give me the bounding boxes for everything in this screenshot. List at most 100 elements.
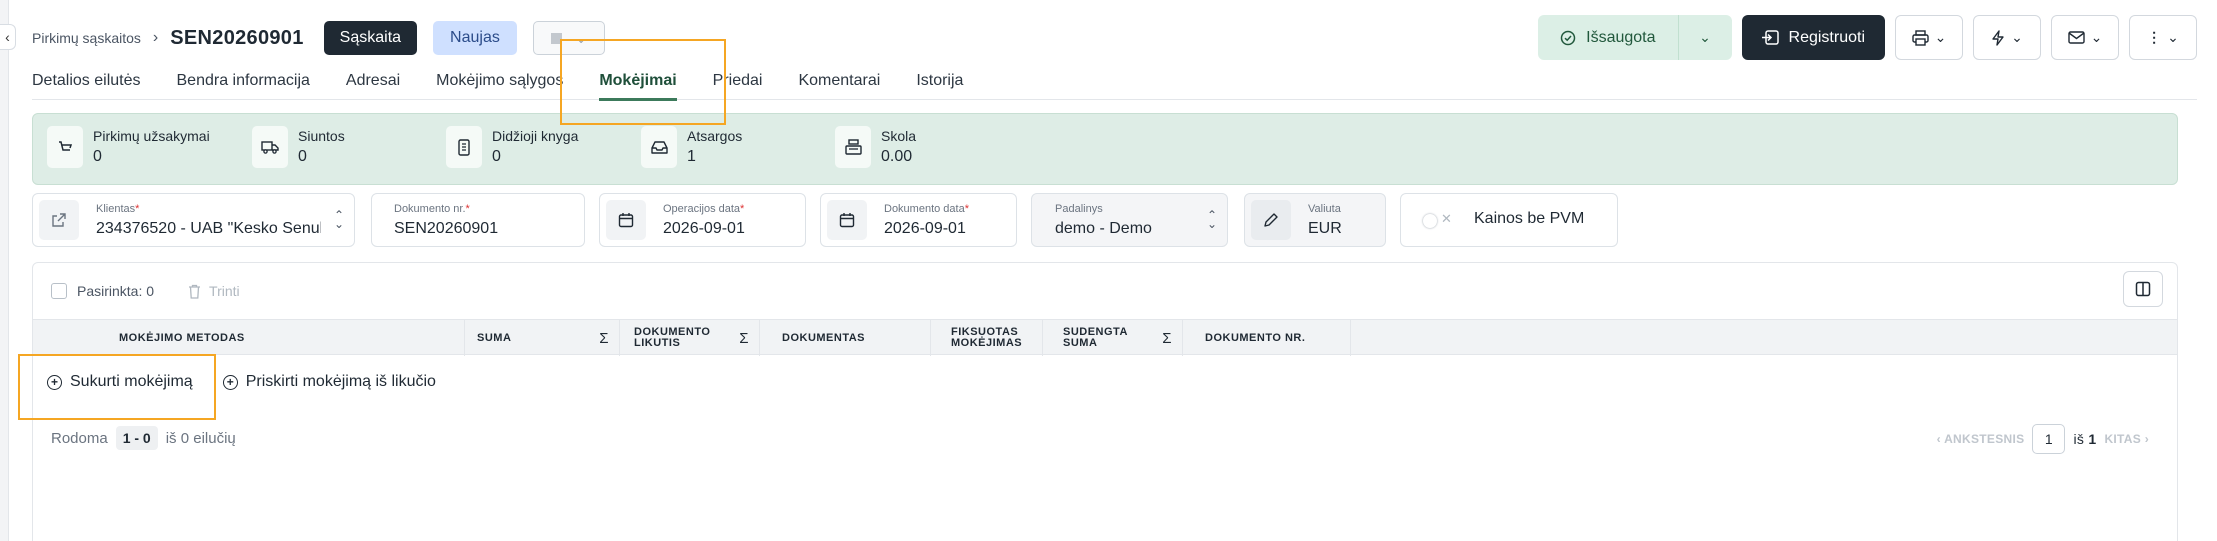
row-range: 1 - 0 [115, 426, 158, 450]
document-number-label: Dokumento nr.* [394, 203, 470, 215]
stat-general-ledger[interactable]: Didžioji knyga 0 [446, 126, 578, 168]
page-total: iš 1 [2073, 431, 2097, 447]
tab-detail-lines[interactable]: Detalios eilutės [32, 60, 141, 100]
columns-icon [2135, 281, 2151, 297]
prices-without-vat-toggle[interactable]: ✕ Kainos be PVM [1400, 193, 1618, 247]
chevron-down-icon: ⌄ [2090, 29, 2103, 45]
cart-icon [47, 126, 83, 168]
stat-value: 0 [93, 148, 102, 165]
tab-history[interactable]: Istorija [916, 60, 963, 100]
actions-button[interactable]: ⌄ [1973, 15, 2041, 60]
operation-date-label: Operacijos data* [663, 203, 745, 215]
select-arrows-icon: ⌃ ⌄ [1206, 208, 1217, 231]
column-document[interactable]: DOKUMENTAS [760, 320, 931, 356]
showing-label: Rodoma [51, 429, 108, 447]
chevron-down-icon: ⌄ [1699, 29, 1711, 45]
page-title: SEN20260901 [170, 26, 304, 49]
print-button[interactable]: ⌄ [1895, 15, 1963, 60]
plus-circle-icon: + [222, 374, 238, 390]
stat-label: Skola [881, 128, 917, 144]
table-header: MOKĖJIMO METODAS SUMA Σ DOKUMENTO LIKUTIS… [33, 319, 2177, 356]
chevron-down-icon: ⌄ [1934, 29, 1947, 45]
toggle-switch[interactable]: ✕ [1423, 211, 1455, 228]
currency-value: EUR [1308, 220, 1342, 237]
tab-payments[interactable]: Mokėjimai [599, 60, 678, 101]
breadcrumb-link[interactable]: Pirkimų sąskaitos [32, 30, 141, 46]
chevron-down-icon: ⌄ [575, 29, 588, 46]
previous-page-button[interactable]: ‹ ANKSTESNIS [1937, 432, 2025, 446]
calendar-icon[interactable] [606, 200, 646, 240]
mail-icon [2067, 31, 2085, 44]
tag-dropdown[interactable]: ⌄ [532, 21, 605, 55]
chevron-down-icon: ⌄ [2011, 29, 2023, 45]
printer-icon [1911, 29, 1929, 46]
email-button[interactable]: ⌄ [2051, 15, 2119, 60]
client-select[interactable]: Klientas* 234376520 - UAB "Kesko Senukai… [32, 193, 355, 247]
stat-label: Didžioji knyga [492, 128, 579, 144]
tab-general-info[interactable]: Bendra informacija [177, 60, 310, 100]
prices-without-vat-label: Kainos be PVM [1474, 210, 1585, 227]
column-amount[interactable]: SUMA Σ [465, 320, 620, 356]
client-value: 234376520 - UAB "Kesko Senukai [96, 220, 321, 237]
collapse-sidebar-button[interactable]: ‹ [0, 24, 16, 50]
register-button[interactable]: Registruoti [1741, 15, 1885, 60]
stat-shipments[interactable]: Siuntos 0 [252, 126, 345, 168]
client-label: Klientas* [96, 203, 140, 215]
columns-toggle-button[interactable] [2123, 271, 2163, 307]
column-document-number[interactable]: DOKUMENTO NR. [1183, 320, 1351, 356]
plus-circle-icon: + [47, 374, 62, 390]
next-page-button[interactable]: KITAS › [2104, 432, 2149, 446]
create-payment-label: Sukurti mokėjimą [70, 373, 193, 390]
truck-icon [252, 126, 288, 168]
column-payment-method[interactable]: MOKĖJIMO METODAS [33, 320, 465, 356]
check-circle-icon [1560, 30, 1576, 45]
external-link-icon[interactable] [39, 200, 79, 240]
unit-label: Padalinys [1055, 203, 1103, 215]
delete-button[interactable]: Trinti [188, 283, 240, 299]
select-all-checkbox[interactable] [51, 283, 67, 299]
pencil-icon[interactable] [1251, 200, 1291, 240]
inbox-icon [641, 126, 677, 168]
document-number-value: SEN20260901 [394, 220, 499, 237]
ledger-icon [446, 126, 482, 168]
more-button[interactable]: ⋮ ⌄ [2129, 15, 2197, 60]
saved-button[interactable]: Išsaugota [1538, 15, 1677, 60]
stat-debt[interactable]: Skola 0.00 [835, 126, 916, 168]
unit-select[interactable]: Padalinys demo - Demo ⌃ ⌄ [1031, 193, 1228, 247]
currency-field[interactable]: Valiuta EUR [1244, 193, 1386, 247]
sum-icon[interactable]: Σ [599, 331, 609, 346]
status-badge: Naujas [433, 21, 517, 55]
create-payment-button[interactable]: + Sukurti mokėjimą [47, 373, 193, 391]
tab-attachments[interactable]: Priedai [713, 60, 763, 100]
sum-icon[interactable]: Σ [1162, 331, 1172, 346]
payment-actions: + Sukurti mokėjimą + Priskirti mokėjimą … [47, 373, 436, 391]
stat-value: 1 [687, 148, 696, 165]
page-input[interactable]: 1 [2032, 424, 2066, 454]
calendar-icon[interactable] [827, 200, 867, 240]
document-date-field[interactable]: Dokumento data* 2026-09-01 [820, 193, 1017, 247]
unit-value: demo - Demo [1055, 220, 1152, 237]
column-settled-amount[interactable]: SUDENGTA SUMA Σ [1043, 320, 1183, 356]
column-fixed-payment[interactable]: FIKSUOTAS MOKĖJIMAS [931, 320, 1043, 356]
saved-dropdown-button[interactable]: ⌄ [1677, 15, 1732, 60]
tab-addresses[interactable]: Adresai [346, 60, 400, 100]
tab-comments[interactable]: Komentarai [798, 60, 880, 100]
document-number-field[interactable]: Dokumento nr.* SEN20260901 [371, 193, 585, 247]
stat-label: Pirkimų užsakymai [93, 128, 210, 144]
column-document-balance[interactable]: DOKUMENTO LIKUTIS Σ [620, 320, 760, 356]
tab-payment-terms[interactable]: Mokėjimo sąlygos [436, 60, 563, 100]
stat-value: 0.00 [881, 148, 913, 165]
stat-label: Siuntos [298, 128, 345, 144]
stat-value: 0 [492, 148, 501, 165]
sign-in-icon [1761, 30, 1779, 45]
stats-panel: Pirkimų užsakymai 0 Siuntos 0 Didžioji kny… [32, 113, 2178, 185]
trash-icon [189, 284, 201, 299]
stat-label: Atsargos [687, 128, 743, 144]
document-date-label: Dokumento data* [884, 203, 969, 215]
operation-date-field[interactable]: Operacijos data* 2026-09-01 [599, 193, 806, 247]
stat-purchase-orders[interactable]: Pirkimų užsakymai 0 [47, 126, 210, 168]
stat-inventory[interactable]: Atsargos 1 [641, 126, 742, 168]
assign-payment-button[interactable]: + Priskirti mokėjimą iš likučio [222, 373, 436, 391]
sum-icon[interactable]: Σ [739, 331, 749, 346]
pagination: ‹ ANKSTESNIS 1 iš 1 KITAS › [1937, 424, 2149, 454]
